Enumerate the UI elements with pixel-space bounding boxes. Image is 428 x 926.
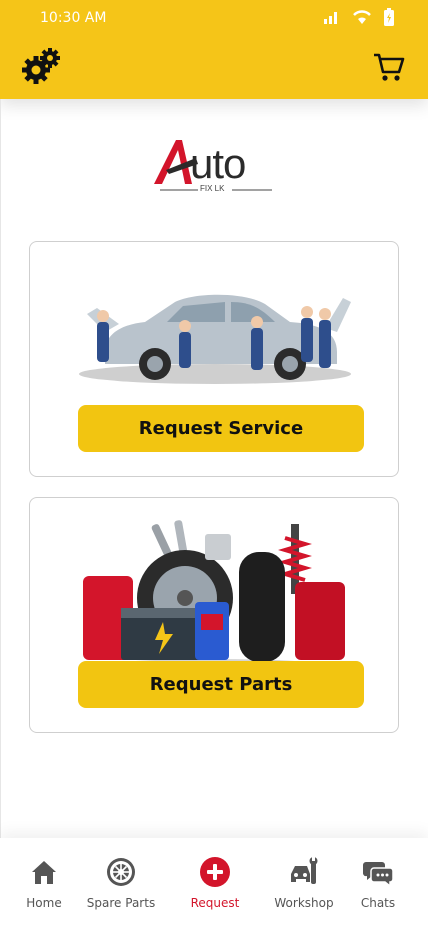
nav-chats[interactable]: Chats — [338, 856, 418, 910]
nav-home[interactable]: Home — [4, 856, 84, 910]
signal-icon — [324, 12, 337, 24]
status-time: 10:30 AM — [40, 10, 107, 26]
settings-button[interactable] — [20, 46, 62, 88]
wifi-icon — [353, 10, 371, 24]
nav-home-label: Home — [26, 896, 62, 910]
request-service-button[interactable]: Request Service — [78, 405, 364, 452]
app-logo: uto FIX LK — [152, 134, 276, 196]
status-icons — [324, 8, 394, 26]
battery-icon — [384, 8, 394, 26]
nav-spare-parts-label: Spare Parts — [86, 896, 156, 910]
request-parts-card[interactable]: Request Parts — [29, 497, 399, 733]
nav-request-label: Request — [190, 896, 240, 910]
cart-button[interactable] — [372, 50, 406, 84]
logo-subtitle: FIX LK — [200, 184, 225, 193]
gear-wheel-icon — [107, 858, 135, 886]
home-icon — [32, 861, 56, 884]
plus-circle-icon — [200, 857, 230, 887]
cart-icon — [374, 53, 405, 81]
logo-word: uto — [190, 140, 246, 187]
mechanics-car-illustration — [79, 294, 351, 384]
nav-workshop-label: Workshop — [274, 896, 334, 910]
content-edge — [0, 99, 1, 839]
nav-request[interactable]: Request — [175, 856, 255, 910]
nav-spare-parts[interactable]: Spare Parts — [81, 856, 161, 910]
app-header: 10:30 AM — [0, 0, 428, 99]
nav-workshop[interactable]: Workshop — [264, 856, 344, 910]
nav-chats-label: Chats — [360, 896, 396, 910]
request-parts-button[interactable]: Request Parts — [78, 661, 364, 708]
wrench-car-icon — [291, 857, 318, 884]
gears-icon — [22, 48, 60, 84]
bottom-navigation: Home Spare Parts Request Workshop Chats — [0, 838, 428, 926]
chat-bubbles-icon — [362, 862, 394, 888]
request-service-card[interactable]: Request Service — [29, 241, 399, 477]
spare-parts-illustration — [83, 520, 345, 668]
